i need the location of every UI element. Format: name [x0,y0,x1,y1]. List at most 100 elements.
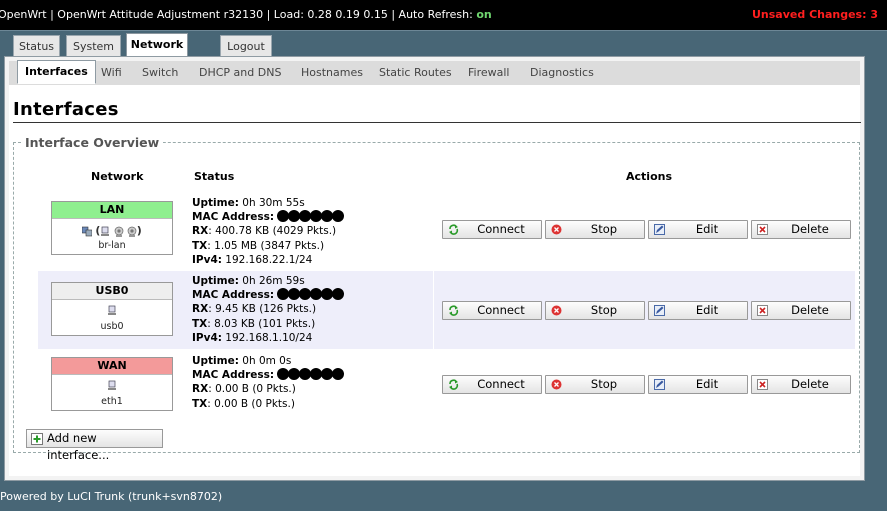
uptime-label: Uptime: [192,355,239,367]
subtab-hostnames[interactable]: Hostnames [301,61,363,85]
sub-tabs: Interfaces Wifi Switch DHCP and DNS Host… [9,60,860,86]
stop-button-wan[interactable]: Stop [545,375,645,394]
device-name: br-lan [98,240,126,251]
network-name: WAN [52,358,172,375]
rx-value: : 0.00 B (0 Pkts.) [208,383,296,396]
status-lan: Uptime: 0h 30m 55s MAC Address: RX: 400.… [192,196,345,267]
network-name: LAN [52,202,172,219]
add-interface-button[interactable]: Add new interface... [26,429,163,462]
title-underline [13,122,861,123]
ipv4-value: 192.168.1.10/24 [225,331,313,344]
tab-network[interactable]: Network [126,33,188,58]
delete-button-usb0[interactable]: Delete [751,301,851,320]
edit-icon [654,379,665,390]
delete-icon [757,224,768,235]
tx-value: : 1.05 MB (3847 Pkts.) [207,239,325,252]
rx-value: : 400.78 KB (4029 Pkts.) [208,225,337,238]
delete-icon [757,305,768,316]
header-actions: Actions [626,170,672,183]
stop-label: Stop [590,222,618,236]
mac-label: MAC Address: [192,289,275,302]
device-name: eth1 [101,396,123,407]
stop-icon [551,379,562,390]
reload-icon [449,224,459,235]
ethernet-icon [108,305,116,315]
subtab-diagnostics[interactable]: Diagnostics [530,61,594,85]
delete-label: Delete [791,222,829,236]
delete-label: Delete [791,303,829,317]
connect-button-usb0[interactable]: Connect [442,301,542,320]
status-usb0: Uptime: 0h 26m 59s MAC Address: RX: 9.45… [192,274,345,345]
wifi-icon [127,226,137,237]
network-box-usb0: USB0 usb0 [51,282,173,336]
reload-icon [449,305,459,316]
uptime-value: 0h 0m 0s [242,355,292,367]
delete-button-wan[interactable]: Delete [751,375,851,394]
subtab-interfaces[interactable]: Interfaces [17,60,96,84]
tab-logout[interactable]: Logout [220,35,272,57]
top-bar: OpenWrt | OpenWrt Attitude Adjustment r3… [0,0,887,30]
system-info: OpenWrt | OpenWrt Attitude Adjustment r3… [0,0,492,30]
tx-value: : 8.03 KB (101 Pkts.) [207,317,316,330]
mac-redacted [277,368,345,381]
subtab-wifi[interactable]: Wifi [101,61,122,85]
add-interface-label: Add new interface... [47,431,110,462]
stop-label: Stop [590,377,618,391]
unsaved-changes-link[interactable]: Unsaved Changes: 3 [752,0,878,30]
ethernet-icon [108,380,116,390]
subtab-switch[interactable]: Switch [142,61,178,85]
connect-label: Connect [477,377,525,391]
edit-button-wan[interactable]: Edit [648,375,748,394]
content-area: Interfaces Interface Overview Network St… [9,85,861,476]
header-network: Network [91,170,144,183]
stop-button-usb0[interactable]: Stop [545,301,645,320]
main-tabs: Status System Network Logout [0,31,887,58]
uptime-value: 0h 30m 55s [242,197,305,209]
uptime-value: 0h 26m 59s [242,275,305,287]
add-icon [31,433,43,445]
edit-icon [654,224,665,235]
connect-button-lan[interactable]: Connect [442,220,542,239]
main-panel: Interfaces Wifi Switch DHCP and DNS Host… [4,56,865,481]
tx-label: TX [192,239,208,252]
mac-redacted [277,288,345,301]
device-icons [52,380,172,392]
device-name: usb0 [100,321,124,332]
edit-label: Edit [695,377,719,391]
subtab-static-routes[interactable]: Static Routes [379,61,452,85]
network-box-wan: WAN eth1 [51,357,173,411]
edit-label: Edit [695,303,719,317]
ipv4-label: IPv4: [192,331,222,344]
edit-button-usb0[interactable]: Edit [648,301,748,320]
wifi-icon [114,226,123,237]
page-title: Interfaces [13,99,119,120]
tab-status[interactable]: Status [13,35,60,57]
edit-icon [654,305,665,316]
delete-icon [757,379,768,390]
bracket-close: ) [136,224,142,237]
rx-label: RX [192,225,209,238]
tab-system[interactable]: System [66,35,121,57]
delete-button-lan[interactable]: Delete [751,220,851,239]
stop-label: Stop [590,303,618,317]
system-info-text: OpenWrt | OpenWrt Attitude Adjustment r3… [0,8,477,21]
subtab-firewall[interactable]: Firewall [468,61,509,85]
mac-label: MAC Address: [192,211,275,224]
network-box-lan: LAN ( ) br-lan [51,201,173,255]
tx-value: : 0.00 B (0 Pkts.) [207,397,295,410]
status-wan: Uptime: 0h 0m 0s MAC Address: RX: 0.00 B… [192,354,345,411]
delete-label: Delete [791,377,829,391]
connect-button-wan[interactable]: Connect [442,375,542,394]
stop-button-lan[interactable]: Stop [545,220,645,239]
reload-icon [449,379,459,390]
rx-label: RX [192,383,209,396]
tx-label: TX [192,317,208,330]
header-status: Status [194,170,235,183]
network-name: USB0 [52,283,172,300]
auto-refresh-toggle[interactable]: on [476,8,491,21]
rx-label: RX [192,303,209,316]
subtab-dhcp-dns[interactable]: DHCP and DNS [199,61,281,85]
footer: Powered by LuCI Trunk (trunk+svn8702) [0,490,223,503]
ethernet-icon [101,226,110,236]
edit-button-lan[interactable]: Edit [648,220,748,239]
